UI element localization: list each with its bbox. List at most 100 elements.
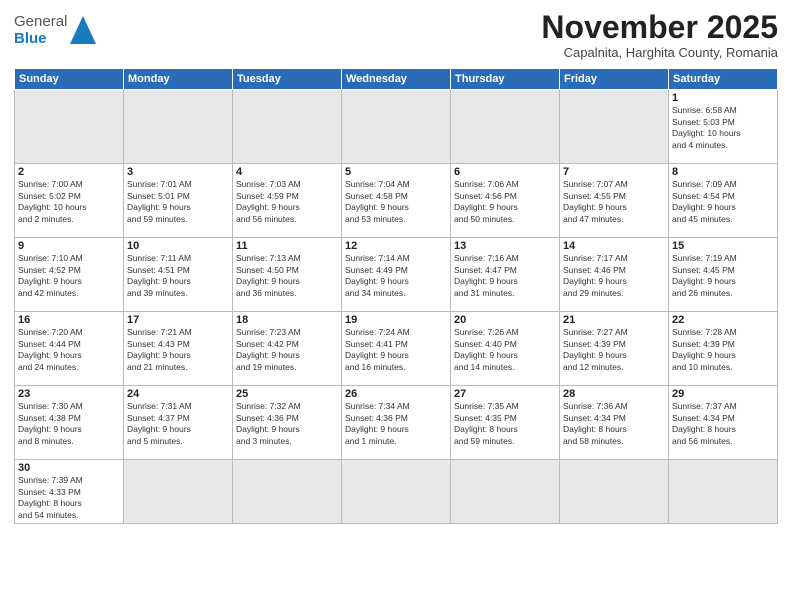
calendar-week-row: 23Sunrise: 7:30 AMSunset: 4:38 PMDayligh…	[15, 386, 778, 460]
table-row: 4Sunrise: 7:03 AMSunset: 4:59 PMDaylight…	[233, 164, 342, 238]
day-number: 21	[563, 314, 665, 326]
day-number: 16	[18, 314, 120, 326]
table-row	[124, 460, 233, 524]
day-info: Sunrise: 7:20 AMSunset: 4:44 PMDaylight:…	[18, 327, 120, 373]
day-info: Sunrise: 7:07 AMSunset: 4:55 PMDaylight:…	[563, 179, 665, 225]
table-row: 6Sunrise: 7:06 AMSunset: 4:56 PMDaylight…	[451, 164, 560, 238]
day-number: 22	[672, 314, 774, 326]
table-row: 28Sunrise: 7:36 AMSunset: 4:34 PMDayligh…	[560, 386, 669, 460]
col-friday: Friday	[560, 69, 669, 90]
col-wednesday: Wednesday	[342, 69, 451, 90]
day-number: 28	[563, 388, 665, 400]
col-tuesday: Tuesday	[233, 69, 342, 90]
title-block: November 2025 Capalnita, Harghita County…	[541, 10, 778, 60]
day-info: Sunrise: 7:17 AMSunset: 4:46 PMDaylight:…	[563, 253, 665, 299]
table-row	[669, 460, 778, 524]
table-row: 2Sunrise: 7:00 AMSunset: 5:02 PMDaylight…	[15, 164, 124, 238]
table-row	[233, 460, 342, 524]
day-number: 27	[454, 388, 556, 400]
day-number: 12	[345, 240, 447, 252]
day-info: Sunrise: 7:28 AMSunset: 4:39 PMDaylight:…	[672, 327, 774, 373]
table-row: 9Sunrise: 7:10 AMSunset: 4:52 PMDaylight…	[15, 238, 124, 312]
day-number: 14	[563, 240, 665, 252]
table-row: 13Sunrise: 7:16 AMSunset: 4:47 PMDayligh…	[451, 238, 560, 312]
day-number: 20	[454, 314, 556, 326]
table-row: 29Sunrise: 7:37 AMSunset: 4:34 PMDayligh…	[669, 386, 778, 460]
day-number: 26	[345, 388, 447, 400]
day-number: 11	[236, 240, 338, 252]
day-number: 19	[345, 314, 447, 326]
logo-blue: Blue	[14, 31, 67, 48]
day-number: 29	[672, 388, 774, 400]
header: General Blue November 2025 Capalnita, Ha…	[14, 10, 778, 60]
day-info: Sunrise: 7:11 AMSunset: 4:51 PMDaylight:…	[127, 253, 229, 299]
calendar-week-row: 9Sunrise: 7:10 AMSunset: 4:52 PMDaylight…	[15, 238, 778, 312]
table-row: 8Sunrise: 7:09 AMSunset: 4:54 PMDaylight…	[669, 164, 778, 238]
day-number: 8	[672, 166, 774, 178]
table-row	[451, 90, 560, 164]
day-number: 3	[127, 166, 229, 178]
logo-general: General	[14, 14, 67, 31]
logo: General Blue	[14, 10, 96, 47]
calendar-header-row: Sunday Monday Tuesday Wednesday Thursday…	[15, 69, 778, 90]
day-number: 13	[454, 240, 556, 252]
day-number: 24	[127, 388, 229, 400]
day-info: Sunrise: 7:32 AMSunset: 4:36 PMDaylight:…	[236, 401, 338, 447]
day-info: Sunrise: 7:13 AMSunset: 4:50 PMDaylight:…	[236, 253, 338, 299]
table-row: 18Sunrise: 7:23 AMSunset: 4:42 PMDayligh…	[233, 312, 342, 386]
day-info: Sunrise: 7:36 AMSunset: 4:34 PMDaylight:…	[563, 401, 665, 447]
day-number: 6	[454, 166, 556, 178]
table-row	[451, 460, 560, 524]
day-number: 17	[127, 314, 229, 326]
table-row: 1Sunrise: 6:58 AMSunset: 5:03 PMDaylight…	[669, 90, 778, 164]
day-info: Sunrise: 7:00 AMSunset: 5:02 PMDaylight:…	[18, 179, 120, 225]
day-number: 5	[345, 166, 447, 178]
day-info: Sunrise: 7:16 AMSunset: 4:47 PMDaylight:…	[454, 253, 556, 299]
day-info: Sunrise: 7:14 AMSunset: 4:49 PMDaylight:…	[345, 253, 447, 299]
day-number: 23	[18, 388, 120, 400]
table-row	[560, 460, 669, 524]
day-number: 30	[18, 462, 120, 474]
day-number: 4	[236, 166, 338, 178]
table-row: 5Sunrise: 7:04 AMSunset: 4:58 PMDaylight…	[342, 164, 451, 238]
table-row: 17Sunrise: 7:21 AMSunset: 4:43 PMDayligh…	[124, 312, 233, 386]
table-row	[342, 90, 451, 164]
day-info: Sunrise: 7:09 AMSunset: 4:54 PMDaylight:…	[672, 179, 774, 225]
calendar-table: Sunday Monday Tuesday Wednesday Thursday…	[14, 68, 778, 524]
day-number: 18	[236, 314, 338, 326]
day-info: Sunrise: 7:21 AMSunset: 4:43 PMDaylight:…	[127, 327, 229, 373]
day-info: Sunrise: 7:19 AMSunset: 4:45 PMDaylight:…	[672, 253, 774, 299]
calendar-week-row: 2Sunrise: 7:00 AMSunset: 5:02 PMDaylight…	[15, 164, 778, 238]
table-row: 15Sunrise: 7:19 AMSunset: 4:45 PMDayligh…	[669, 238, 778, 312]
table-row	[124, 90, 233, 164]
table-row: 26Sunrise: 7:34 AMSunset: 4:36 PMDayligh…	[342, 386, 451, 460]
day-info: Sunrise: 7:06 AMSunset: 4:56 PMDaylight:…	[454, 179, 556, 225]
day-info: Sunrise: 7:30 AMSunset: 4:38 PMDaylight:…	[18, 401, 120, 447]
day-info: Sunrise: 7:04 AMSunset: 4:58 PMDaylight:…	[345, 179, 447, 225]
day-number: 15	[672, 240, 774, 252]
calendar-week-row: 1Sunrise: 6:58 AMSunset: 5:03 PMDaylight…	[15, 90, 778, 164]
calendar-week-row: 16Sunrise: 7:20 AMSunset: 4:44 PMDayligh…	[15, 312, 778, 386]
table-row: 14Sunrise: 7:17 AMSunset: 4:46 PMDayligh…	[560, 238, 669, 312]
day-info: Sunrise: 7:31 AMSunset: 4:37 PMDaylight:…	[127, 401, 229, 447]
table-row: 30Sunrise: 7:39 AMSunset: 4:33 PMDayligh…	[15, 460, 124, 524]
day-info: Sunrise: 7:34 AMSunset: 4:36 PMDaylight:…	[345, 401, 447, 447]
table-row	[15, 90, 124, 164]
table-row: 12Sunrise: 7:14 AMSunset: 4:49 PMDayligh…	[342, 238, 451, 312]
table-row: 7Sunrise: 7:07 AMSunset: 4:55 PMDaylight…	[560, 164, 669, 238]
day-number: 9	[18, 240, 120, 252]
day-info: Sunrise: 7:39 AMSunset: 4:33 PMDaylight:…	[18, 475, 120, 521]
table-row: 23Sunrise: 7:30 AMSunset: 4:38 PMDayligh…	[15, 386, 124, 460]
table-row: 25Sunrise: 7:32 AMSunset: 4:36 PMDayligh…	[233, 386, 342, 460]
table-row: 21Sunrise: 7:27 AMSunset: 4:39 PMDayligh…	[560, 312, 669, 386]
table-row: 11Sunrise: 7:13 AMSunset: 4:50 PMDayligh…	[233, 238, 342, 312]
col-monday: Monday	[124, 69, 233, 90]
col-thursday: Thursday	[451, 69, 560, 90]
day-info: Sunrise: 7:27 AMSunset: 4:39 PMDaylight:…	[563, 327, 665, 373]
table-row	[560, 90, 669, 164]
day-info: Sunrise: 7:10 AMSunset: 4:52 PMDaylight:…	[18, 253, 120, 299]
day-number: 25	[236, 388, 338, 400]
day-info: Sunrise: 7:01 AMSunset: 5:01 PMDaylight:…	[127, 179, 229, 225]
day-info: Sunrise: 7:03 AMSunset: 4:59 PMDaylight:…	[236, 179, 338, 225]
table-row: 24Sunrise: 7:31 AMSunset: 4:37 PMDayligh…	[124, 386, 233, 460]
